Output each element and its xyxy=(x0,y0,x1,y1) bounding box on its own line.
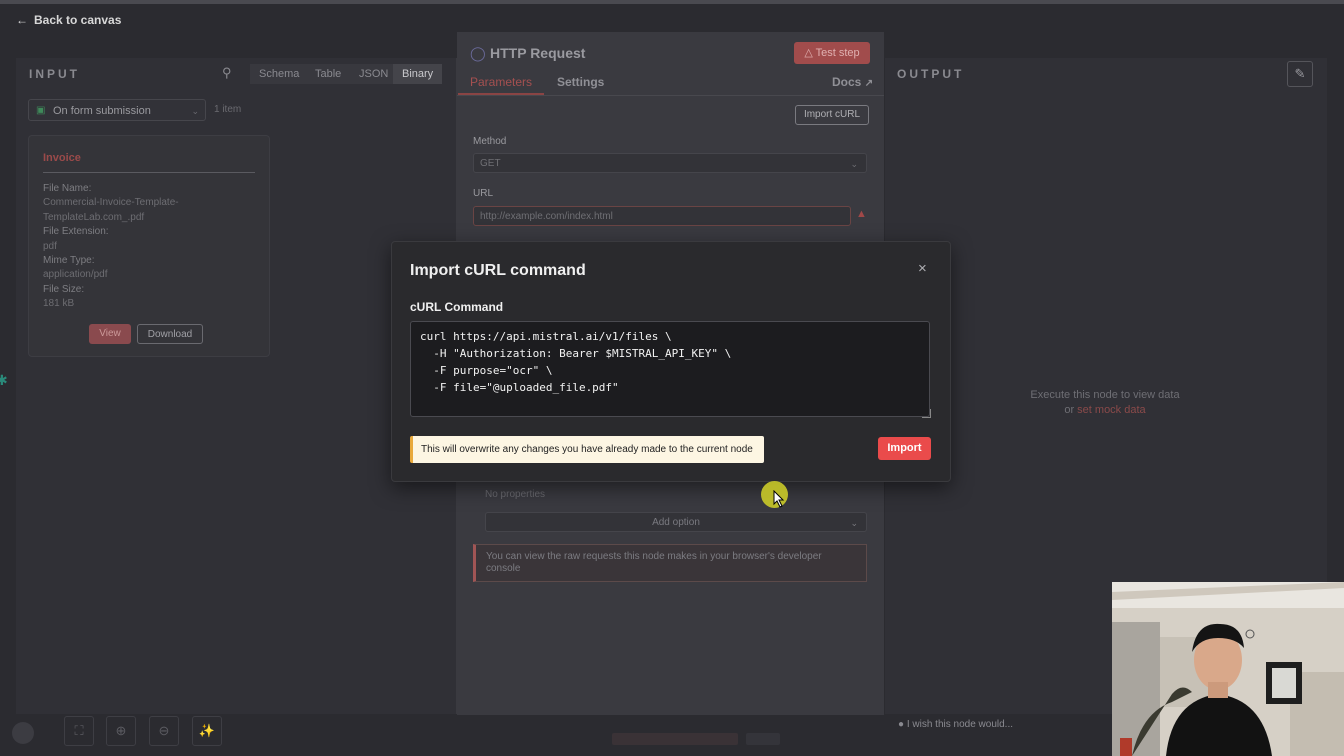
ai-assistant-icon[interactable] xyxy=(12,722,34,744)
output-empty-state: Execute this node to view data or set mo… xyxy=(1000,388,1210,418)
zoom-in-icon[interactable]: ⊕ xyxy=(106,716,136,746)
add-option-label: Add option xyxy=(652,517,700,528)
add-option-select[interactable]: Add option ⌄ xyxy=(485,512,867,532)
field-value: application/pdf xyxy=(43,269,108,281)
no-properties-text: No properties xyxy=(485,489,546,500)
close-icon[interactable]: × xyxy=(918,260,927,277)
search-icon[interactable]: ⚲ xyxy=(222,65,232,81)
overwrite-warning: This will overwrite any changes you have… xyxy=(410,436,764,463)
tab-binary[interactable]: Binary xyxy=(393,64,443,84)
node-connector-icon: ✱ xyxy=(0,372,8,388)
back-to-canvas-label: Back to canvas xyxy=(34,13,122,27)
binary-file-card: Invoice File Name: Commercial-Invoice-Te… xyxy=(28,135,270,357)
curl-command-textarea[interactable]: curl https://api.mistral.ai/v1/files \ -… xyxy=(410,321,930,417)
fit-view-icon[interactable]: ⛶ xyxy=(64,716,94,746)
docs-label: Docs xyxy=(832,75,862,89)
tab-schema[interactable]: Schema xyxy=(250,64,309,84)
card-title: Invoice xyxy=(43,152,81,164)
field-value: Commercial-Invoice-Template-TemplateLab.… xyxy=(43,197,179,223)
top-bar xyxy=(0,0,1344,4)
field-label: File Size: xyxy=(43,283,85,295)
zoom-out-icon[interactable]: ⊖ xyxy=(149,716,179,746)
docs-link[interactable]: Docs ↗ xyxy=(832,75,873,89)
tab-table[interactable]: Table xyxy=(306,64,351,84)
webcam-overlay xyxy=(1112,582,1344,756)
set-mock-data-link[interactable]: set mock data xyxy=(1077,404,1145,416)
execute-hint: Execute this node to view data xyxy=(1030,389,1180,401)
field-label: File Extension: xyxy=(43,226,109,238)
clear-execution-button[interactable] xyxy=(746,733,780,745)
feedback-prompt[interactable]: ● I wish this node would... xyxy=(898,719,1013,730)
item-count: 1 item xyxy=(214,104,242,115)
trigger-node-select[interactable]: ▣ On form submission ⌄ xyxy=(28,99,206,121)
execute-workflow-button[interactable] xyxy=(612,733,738,745)
arrow-left-icon: ← xyxy=(16,13,28,27)
mouse-pointer-icon xyxy=(773,489,785,513)
tabs-divider xyxy=(457,95,884,96)
field-label: Mime Type: xyxy=(43,255,95,267)
method-value: GET xyxy=(480,158,501,169)
import-curl-dialog: Import cURL command × cURL Command curl … xyxy=(391,241,951,482)
feedback-label: I wish this node would... xyxy=(906,719,1013,730)
tab-parameters[interactable]: Parameters xyxy=(470,75,532,89)
or-text: or xyxy=(1064,404,1075,416)
dialog-title: Import cURL command xyxy=(410,262,586,279)
test-step-label: Test step xyxy=(815,47,860,59)
globe-icon: ◯ xyxy=(470,45,486,61)
input-panel-title: INPUT xyxy=(29,67,80,81)
method-select[interactable]: GET ⌄ xyxy=(473,153,867,173)
card-divider xyxy=(43,172,255,173)
download-button[interactable]: Download xyxy=(137,324,203,344)
import-button[interactable]: Import xyxy=(878,437,931,460)
url-input[interactable]: http://example.com/index.html xyxy=(473,206,851,226)
node-title[interactable]: HTTP Request xyxy=(490,45,585,61)
warning-triangle-icon: ▲ xyxy=(856,208,867,220)
field-label: File Name: xyxy=(43,183,92,194)
field-value: pdf xyxy=(43,240,57,252)
flask-icon: △ xyxy=(804,47,813,59)
field-value: 181 kB xyxy=(43,298,75,310)
trigger-node-label: On form submission xyxy=(53,105,151,117)
view-button[interactable]: View xyxy=(89,324,131,344)
form-icon: ▣ xyxy=(36,105,46,116)
pencil-icon[interactable]: ✎ xyxy=(1287,61,1313,87)
method-label: Method xyxy=(473,136,507,147)
chevron-down-icon: ⌄ xyxy=(850,159,858,169)
back-to-canvas-link[interactable]: ← Back to canvas xyxy=(16,13,121,27)
chevron-down-icon: ⌄ xyxy=(191,106,199,116)
curl-command-label: cURL Command xyxy=(410,300,504,314)
info-notice: You can view the raw requests this node … xyxy=(473,544,867,582)
tab-json[interactable]: JSON xyxy=(350,64,398,84)
test-step-button[interactable]: △ Test step xyxy=(794,42,870,64)
url-label: URL xyxy=(473,188,494,199)
output-panel-title: OUTPUT xyxy=(897,67,965,81)
resize-handle-icon[interactable] xyxy=(922,409,931,418)
external-link-icon: ↗ xyxy=(864,78,874,89)
tab-settings[interactable]: Settings xyxy=(557,75,604,89)
tidy-up-icon[interactable]: ✨ xyxy=(192,716,222,746)
import-curl-button[interactable]: Import cURL xyxy=(795,105,869,125)
lightbulb-icon: ● xyxy=(898,719,905,730)
chevron-down-icon: ⌄ xyxy=(850,518,858,528)
